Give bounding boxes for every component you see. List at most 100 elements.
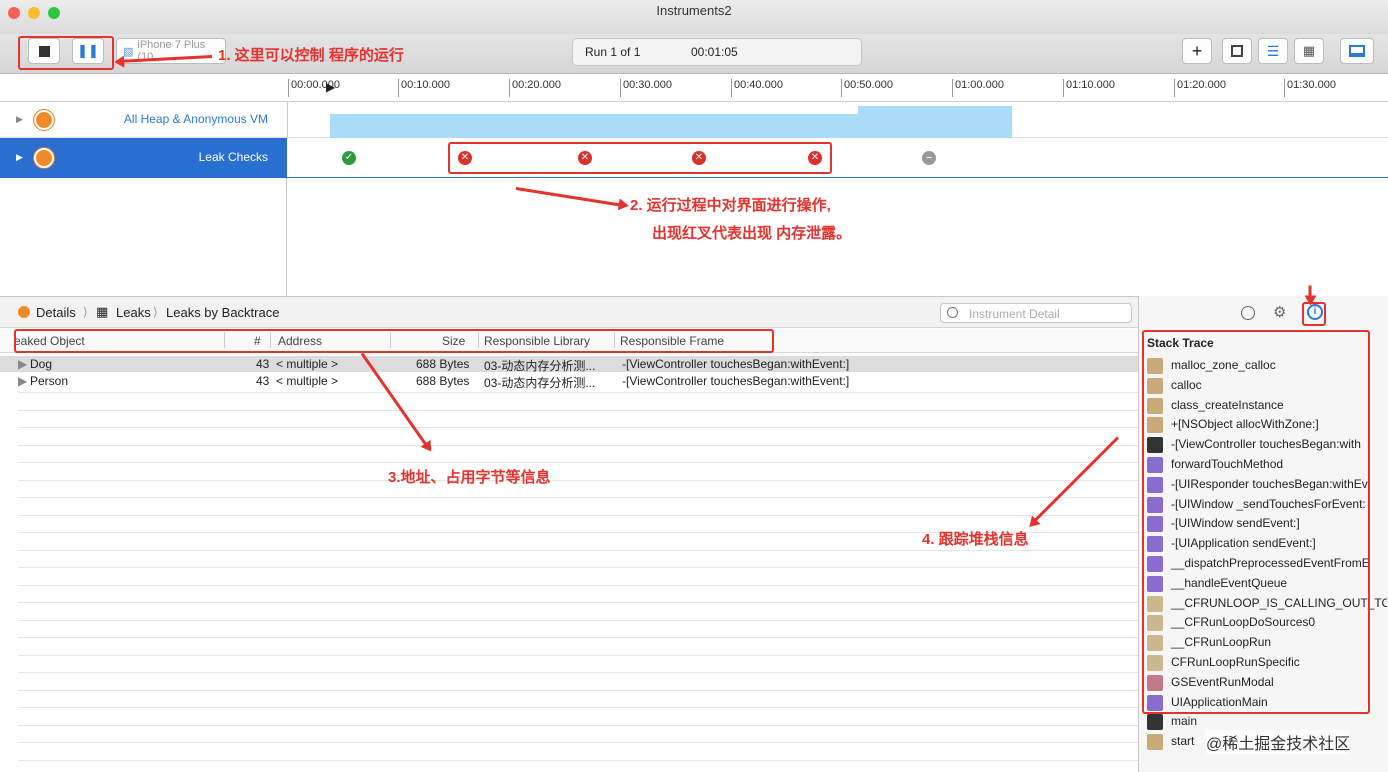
- table-gridline: [18, 672, 1138, 673]
- add-instrument-button[interactable]: +: [1182, 38, 1212, 64]
- track-heap[interactable]: ▶ All Heap & Anonymous VM: [0, 102, 1388, 138]
- table-gridline: [18, 410, 1138, 411]
- annotation-1: 1. 这里可以控制 程序的运行: [218, 47, 404, 64]
- grid-view-button[interactable]: ▦: [1294, 38, 1324, 64]
- annotation-2-line-1: 2. 运行过程中对界面进行操作,: [630, 197, 831, 214]
- playhead-icon[interactable]: ▶: [326, 80, 335, 94]
- breadcrumb-details[interactable]: Details: [36, 305, 76, 320]
- info-highlight: [1164, 310, 1198, 330]
- list-icon: ☰: [1266, 42, 1280, 59]
- ruler-tick: 00:40.000: [731, 79, 783, 97]
- instrument-detail-search[interactable]: Instrument Detail: [940, 303, 1132, 323]
- leaks-highlight: [448, 142, 832, 174]
- title-bar: Instruments2: [0, 0, 1388, 34]
- breadcrumb-leaks[interactable]: Leaks: [116, 305, 151, 320]
- table-row[interactable]: ▶ Person 43 < multiple > 688 Bytes 03-动态…: [0, 373, 1138, 390]
- ruler-tick: 01:10.000: [1063, 79, 1115, 97]
- filter-icon: [947, 307, 958, 318]
- table-icon: ▦: [96, 304, 109, 319]
- track-list-empty: [0, 178, 287, 296]
- ruler-tick: 01:30.000: [1284, 79, 1336, 97]
- device-icon: ▧: [123, 45, 134, 58]
- table-gridline: [18, 725, 1138, 726]
- timeline-ruler[interactable]: 00:00.000 00:10.000 00:20.000 00:30.000 …: [0, 74, 1388, 102]
- ruler-tick: 00:50.000: [841, 79, 893, 97]
- cell-frame: -[ViewController touchesBegan:withEvent:…: [622, 374, 850, 388]
- cell-frame: -[ViewController touchesBegan:withEvent:…: [622, 357, 850, 371]
- table-gridline: [18, 427, 1138, 428]
- table-gridline: [18, 760, 1138, 761]
- run-label: Run 1 of 1: [585, 45, 641, 59]
- annotation-arrow-info: [1308, 285, 1312, 300]
- table-gridline: [18, 585, 1138, 586]
- disclosure-triangle-icon[interactable]: ▶: [18, 374, 27, 388]
- run-status: Run 1 of 1 00:01:05: [572, 38, 862, 66]
- gear-icon[interactable]: ⚙: [1273, 303, 1286, 321]
- disclosure-triangle-icon[interactable]: ▶: [16, 152, 23, 163]
- sys-frame-icon: [1147, 734, 1163, 751]
- toggle-detail-pane-button[interactable]: [1340, 38, 1374, 64]
- snapshot-button[interactable]: [1222, 38, 1252, 64]
- ruler-tick: 00:20.000: [509, 79, 561, 97]
- stack-frame-label: main: [1171, 714, 1198, 729]
- leaks-instrument-icon: [34, 148, 54, 168]
- plus-icon: +: [1191, 40, 1203, 61]
- breadcrumb-separator-icon: ⟩: [83, 305, 88, 319]
- stack-frame-label: start: [1171, 734, 1195, 749]
- track-name: Leak Checks: [198, 150, 268, 164]
- cell-size: 688 Bytes: [416, 374, 470, 388]
- table-gridline: [18, 550, 1138, 551]
- clock-icon[interactable]: [1241, 306, 1255, 320]
- table-row[interactable]: ▶ Dog 43 < multiple > 688 Bytes 03-动态内存分…: [0, 356, 1138, 373]
- cell-address: < multiple >: [276, 357, 339, 371]
- table-gridline: [18, 637, 1138, 638]
- cell-object: Dog: [30, 357, 53, 371]
- heap-graph-step: [858, 106, 1012, 114]
- table-gridline: [18, 620, 1138, 621]
- disclosure-triangle-icon[interactable]: ▶: [18, 357, 27, 371]
- annotation-arrow-2: [515, 187, 623, 207]
- heap-instrument-icon: [34, 110, 54, 130]
- track-name: All Heap & Anonymous VM: [123, 112, 268, 126]
- breadcrumb-backtrace[interactable]: Leaks by Backtrace: [166, 305, 279, 320]
- disclosure-triangle-icon[interactable]: ▶: [16, 114, 23, 125]
- controls-highlight: [18, 36, 114, 70]
- list-view-button[interactable]: ☰: [1258, 38, 1288, 64]
- leak-check-pending-icon[interactable]: –: [922, 151, 936, 165]
- leak-check-pass-icon[interactable]: ✓: [342, 151, 356, 165]
- watermark: @稀土掘金技术社区: [1206, 730, 1351, 754]
- cell-library: 03-动态内存分析测...: [484, 376, 596, 390]
- table-gridline: [18, 742, 1138, 743]
- elapsed-time: 00:01:05: [691, 45, 738, 59]
- table-gridline: [18, 707, 1138, 708]
- ruler-tick: 00:10.000: [398, 79, 450, 97]
- snapshot-icon: [1231, 45, 1243, 57]
- breadcrumb-separator-icon: ⟩: [153, 305, 158, 319]
- table-gridline: [18, 445, 1138, 446]
- cell-count: 43: [256, 357, 270, 371]
- table-gridline: [18, 462, 1138, 463]
- cell-count: 43: [256, 374, 270, 388]
- table-gridline: [18, 567, 1138, 568]
- toolbar: ❚❚ ▧ iPhone 7 Plus (10... Run 1 of 1 00:…: [0, 34, 1388, 74]
- table-gridline: [18, 602, 1138, 603]
- search-placeholder: Instrument Detail: [969, 307, 1060, 321]
- annotation-4: 4. 跟踪堆栈信息: [922, 531, 1029, 548]
- table-gridline: [18, 392, 1138, 393]
- details-icon: [18, 306, 30, 318]
- stack-trace-highlight: [1142, 330, 1370, 714]
- ruler-tick: 01:20.000: [1174, 79, 1226, 97]
- ruler-tick: 00:30.000: [620, 79, 672, 97]
- annotation-2-line-2: 出现红叉代表出现 内存泄露。: [652, 225, 852, 242]
- table-gridline: [18, 480, 1138, 481]
- columns-highlight: [14, 329, 774, 353]
- cell-object: Person: [30, 374, 69, 388]
- heap-graph: [330, 114, 1012, 138]
- grid-icon: ▦: [1302, 43, 1316, 58]
- ruler-tick: 01:00.000: [952, 79, 1004, 97]
- info-button-highlight: [1302, 302, 1326, 326]
- table-gridline: [18, 515, 1138, 516]
- cell-size: 688 Bytes: [416, 357, 470, 371]
- table-gridline: [18, 655, 1138, 656]
- cell-address: < multiple >: [276, 374, 339, 388]
